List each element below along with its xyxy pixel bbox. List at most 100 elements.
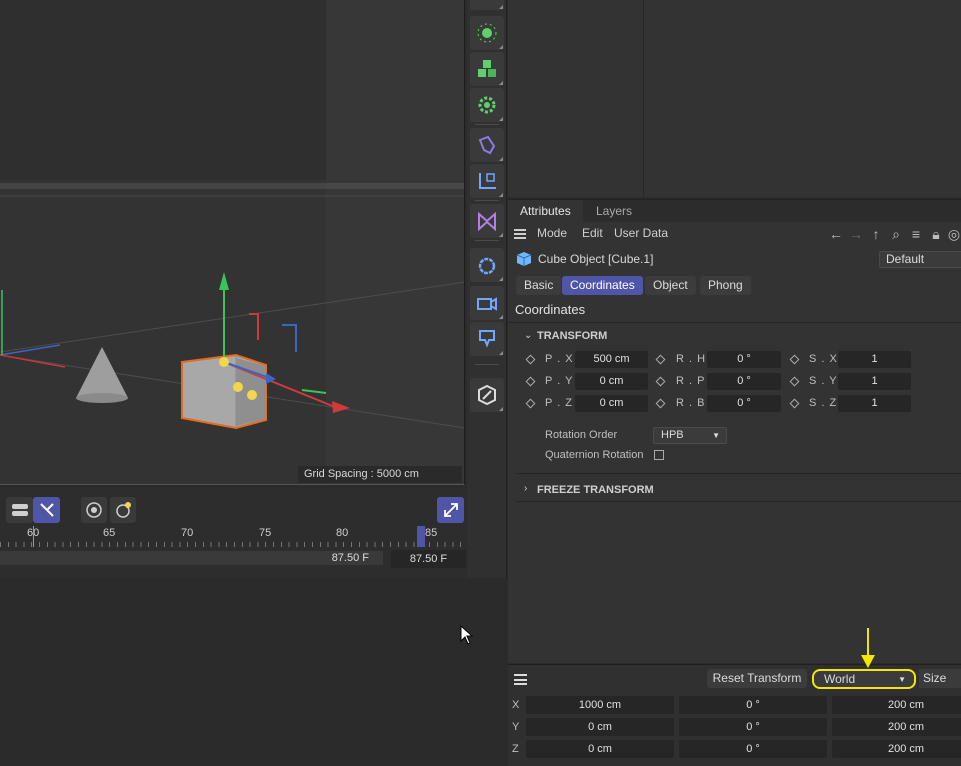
coordinate-space-value: World <box>824 672 856 686</box>
tag-button[interactable] <box>470 322 504 356</box>
viewport[interactable]: Grid Spacing : 5000 cm <box>0 0 465 485</box>
sx-field[interactable]: 1 <box>838 351 911 368</box>
search-icon[interactable]: ⌕ <box>888 226 904 242</box>
record-button[interactable] <box>81 497 107 523</box>
rotation-order-label: Rotation Order <box>545 429 618 441</box>
rp-label: R . P <box>676 375 706 387</box>
rotation-b-field[interactable]: 0 ° <box>679 740 827 758</box>
timeline-panel: 60 65 70 75 80 85 87.50 F 87.50 F <box>0 488 466 578</box>
axis-label: Z <box>512 743 519 755</box>
empty-area <box>0 578 507 766</box>
deformer-button[interactable] <box>470 164 504 198</box>
environment-button[interactable] <box>470 248 504 282</box>
target-icon[interactable]: ◎ <box>946 226 961 242</box>
toggle-icon <box>11 504 28 516</box>
py-field[interactable]: 0 cm <box>575 373 648 390</box>
menu-edit[interactable]: Edit <box>582 226 603 240</box>
sz-field[interactable]: 1 <box>838 395 911 412</box>
layer-select[interactable]: Default <box>879 251 961 268</box>
px-label: P . X <box>545 353 574 365</box>
chevron-right-icon[interactable]: › <box>524 483 527 494</box>
reset-transform-button[interactable]: Reset Transform <box>707 669 807 688</box>
rh-field[interactable]: 0 ° <box>707 351 781 368</box>
quaternion-checkbox[interactable] <box>654 450 664 460</box>
keyframe-diamond-icon[interactable] <box>655 376 666 387</box>
toolbar-button-top[interactable] <box>470 0 504 10</box>
sy-field[interactable]: 1 <box>838 373 911 390</box>
record-icon <box>86 502 102 518</box>
autokey-button[interactable] <box>110 497 136 523</box>
edit-button[interactable] <box>470 378 504 412</box>
effector-button[interactable] <box>470 88 504 122</box>
size-z-field[interactable]: 200 cm <box>832 740 961 758</box>
menu-mode[interactable]: Mode <box>537 226 567 240</box>
fit-range-icon <box>443 503 458 517</box>
tab-object[interactable]: Object <box>645 276 696 295</box>
fit-range-button[interactable] <box>437 497 464 523</box>
grid-spacing-label: Grid Spacing : 5000 cm <box>298 466 462 483</box>
filter-icon[interactable]: ≡ <box>908 226 924 242</box>
tick-label: 85 <box>425 527 438 539</box>
toggle-button[interactable] <box>6 497 33 523</box>
position-z-field[interactable]: 0 cm <box>526 740 674 758</box>
pz-field[interactable]: 0 cm <box>575 395 648 412</box>
pz-label: P . Z <box>545 397 574 409</box>
object-manager-panel <box>508 0 961 197</box>
size-x-field[interactable]: 200 cm <box>832 696 961 714</box>
rb-label: R . B <box>676 397 706 409</box>
tab-layers[interactable]: Layers <box>584 200 644 222</box>
playhead[interactable] <box>417 526 425 547</box>
freeze-transform-group-header[interactable]: FREEZE TRANSFORM <box>537 484 654 496</box>
rp-field[interactable]: 0 ° <box>707 373 781 390</box>
keyframe-diamond-icon[interactable] <box>789 376 800 387</box>
rotation-order-select[interactable]: HPB ▼ <box>653 427 727 444</box>
position-y-field[interactable]: 0 cm <box>526 718 674 736</box>
coordinate-space-select[interactable]: World ▼ <box>812 669 916 689</box>
camera-button[interactable] <box>470 286 504 320</box>
rotation-h-field[interactable]: 0 ° <box>679 696 827 714</box>
coordinate-manager: Reset Transform World ▼ Size X 1000 cm 0… <box>508 664 961 766</box>
hamburger-menu-icon[interactable] <box>514 674 527 685</box>
keyframe-diamond-icon[interactable] <box>655 354 666 365</box>
spline-pen-button[interactable] <box>470 128 504 162</box>
current-frame-field[interactable]: 87.50 F <box>391 550 466 568</box>
tab-attributes[interactable]: Attributes <box>508 200 583 222</box>
keyframe-diamond-icon[interactable] <box>525 376 536 387</box>
coordinate-mode-select[interactable]: Size <box>919 669 961 688</box>
px-field[interactable]: 500 cm <box>575 351 648 368</box>
keyframe-diamond-icon[interactable] <box>655 398 666 409</box>
quaternion-label: Quaternion Rotation <box>545 449 644 461</box>
layer-select-value: Default <box>886 252 925 266</box>
hamburger-menu-icon[interactable] <box>514 229 526 239</box>
menu-user-data[interactable]: User Data <box>614 226 668 240</box>
cloner-icon <box>478 60 496 77</box>
rotation-p-field[interactable]: 0 ° <box>679 718 827 736</box>
field-button[interactable] <box>470 204 504 238</box>
light-button[interactable] <box>470 16 504 50</box>
chevron-down-icon[interactable]: ⌄ <box>524 330 532 341</box>
keyframe-diamond-icon[interactable] <box>525 354 536 365</box>
transform-group-header[interactable]: TRANSFORM <box>537 330 607 342</box>
up-arrow-icon[interactable]: ↑ <box>868 226 884 242</box>
lock-icon[interactable]: 🔒︎ <box>928 226 944 242</box>
tab-phong[interactable]: Phong <box>700 276 751 295</box>
tick-label: 65 <box>103 527 116 539</box>
section-title: Coordinates <box>515 302 586 317</box>
position-x-field[interactable]: 1000 cm <box>526 696 674 714</box>
tab-coordinates[interactable]: Coordinates <box>562 276 643 295</box>
snap-button[interactable] <box>33 497 60 523</box>
forward-arrow-icon[interactable]: → <box>848 226 864 242</box>
keyframe-diamond-icon[interactable] <box>525 398 536 409</box>
rb-field[interactable]: 0 ° <box>707 395 781 412</box>
keyframe-diamond-icon[interactable] <box>789 398 800 409</box>
keyframe-diamond-icon[interactable] <box>789 354 800 365</box>
tab-basic[interactable]: Basic <box>516 276 562 295</box>
back-arrow-icon[interactable]: ← <box>828 226 844 242</box>
timeline-ruler[interactable]: 60 65 70 75 80 85 <box>0 526 466 548</box>
attributes-menu-bar: Mode Edit User Data ← → ↑ ⌕ ≡ 🔒︎ ◎ <box>508 222 961 246</box>
cloner-button[interactable] <box>470 52 504 86</box>
size-y-field[interactable]: 200 cm <box>832 718 961 736</box>
viewport-scene[interactable] <box>0 0 465 485</box>
frame-range-bar[interactable]: 87.50 F <box>0 551 383 565</box>
edit-icon <box>478 384 496 406</box>
